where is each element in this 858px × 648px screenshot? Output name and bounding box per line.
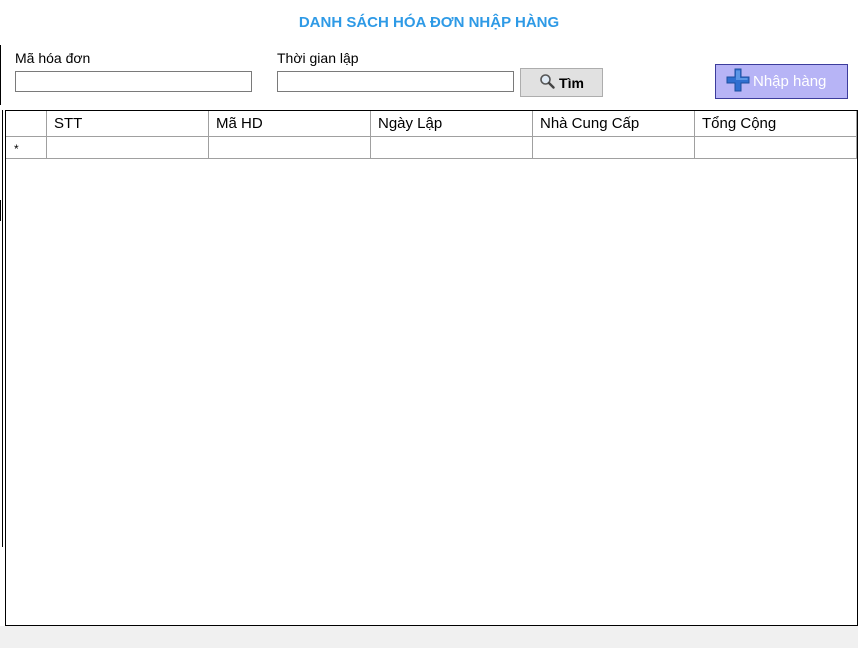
invoice-grid[interactable]: STT Mã HD Ngày Lập Nhà Cung Cấp Tổng Cộn… xyxy=(5,110,858,626)
table-cell[interactable] xyxy=(47,137,209,159)
table-cell[interactable] xyxy=(533,137,695,159)
invoice-id-label: Mã hóa đơn xyxy=(15,50,91,66)
table-cell[interactable] xyxy=(695,137,857,159)
new-row-marker[interactable]: * xyxy=(6,137,47,159)
created-time-label: Thời gian lập xyxy=(277,50,359,66)
magnifier-icon xyxy=(539,73,555,92)
grid-header-row: STT Mã HD Ngày Lập Nhà Cung Cấp Tổng Cộn… xyxy=(6,111,857,137)
plus-icon xyxy=(725,67,751,97)
created-time-input[interactable] xyxy=(277,71,514,92)
panel-edge xyxy=(0,200,1,221)
column-header-invoice-id[interactable]: Mã HD xyxy=(209,111,371,137)
search-button[interactable]: Tìm xyxy=(520,68,603,97)
column-header-total[interactable]: Tổng Cộng xyxy=(695,111,857,137)
panel-edge xyxy=(2,110,3,547)
table-cell[interactable] xyxy=(371,137,533,159)
grid-corner-cell[interactable] xyxy=(6,111,47,137)
column-header-stt[interactable]: STT xyxy=(47,111,209,137)
import-goods-button-label: Nhập hàng xyxy=(753,73,827,90)
import-goods-button[interactable]: Nhập hàng xyxy=(715,64,848,99)
invoice-id-input[interactable] xyxy=(15,71,252,92)
page-title: DANH SÁCH HÓA ĐƠN NHẬP HÀNG xyxy=(298,14,560,31)
search-button-label: Tìm xyxy=(559,74,584,91)
column-header-supplier[interactable]: Nhà Cung Cấp xyxy=(533,111,695,137)
panel-edge xyxy=(0,45,1,105)
table-cell[interactable] xyxy=(209,137,371,159)
column-header-created-date[interactable]: Ngày Lập xyxy=(371,111,533,137)
table-row-new[interactable]: * xyxy=(6,137,857,159)
bottom-strip xyxy=(0,626,858,648)
